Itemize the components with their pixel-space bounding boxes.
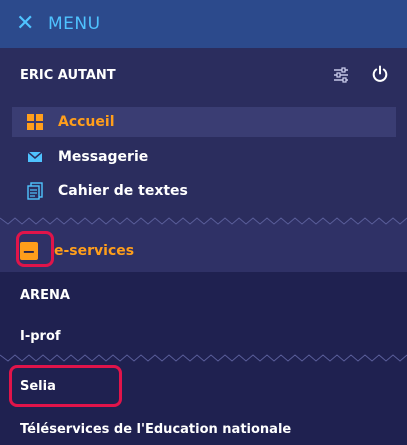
annotation-highlight-selia (9, 365, 122, 407)
eservices-section-header[interactable]: − e-services (0, 230, 407, 272)
nav-item-messagerie[interactable]: Messagerie (12, 142, 396, 172)
nav-item-label: Cahier de textes (58, 183, 188, 199)
grid-icon (27, 114, 43, 130)
torn-edge-divider (0, 210, 407, 230)
primary-nav: Accueil Messagerie Cahier de textes (0, 102, 407, 210)
eservices-label: e-services (54, 243, 135, 259)
nav-item-label: Accueil (58, 114, 115, 130)
menu-label[interactable]: MENU (48, 14, 101, 34)
notebook-icon (27, 182, 43, 200)
eservice-item-label: I-prof (20, 328, 61, 344)
power-icon[interactable] (371, 65, 389, 83)
user-header: ERIC AUTANT (0, 48, 407, 102)
sliders-icon[interactable] (333, 67, 349, 83)
user-name: ERIC AUTANT (20, 67, 116, 83)
envelope-icon (27, 151, 43, 162)
eservice-item-label: ARENA (20, 287, 70, 303)
close-icon[interactable]: ✕ (16, 13, 40, 35)
menu-topbar[interactable]: ✕ MENU (0, 0, 407, 48)
eservice-item-arena[interactable]: ARENA (0, 276, 407, 314)
torn-edge-divider (0, 345, 407, 367)
nav-item-label: Messagerie (58, 149, 149, 165)
annotation-highlight-toggle (16, 231, 54, 267)
nav-item-accueil[interactable]: Accueil (12, 107, 396, 137)
eservice-item-label: Téléservices de l'Education nationale (20, 421, 292, 437)
eservice-item-teleservices[interactable]: Téléservices de l'Education nationale (0, 410, 407, 445)
nav-item-cahier-de-textes[interactable]: Cahier de textes (12, 176, 396, 206)
